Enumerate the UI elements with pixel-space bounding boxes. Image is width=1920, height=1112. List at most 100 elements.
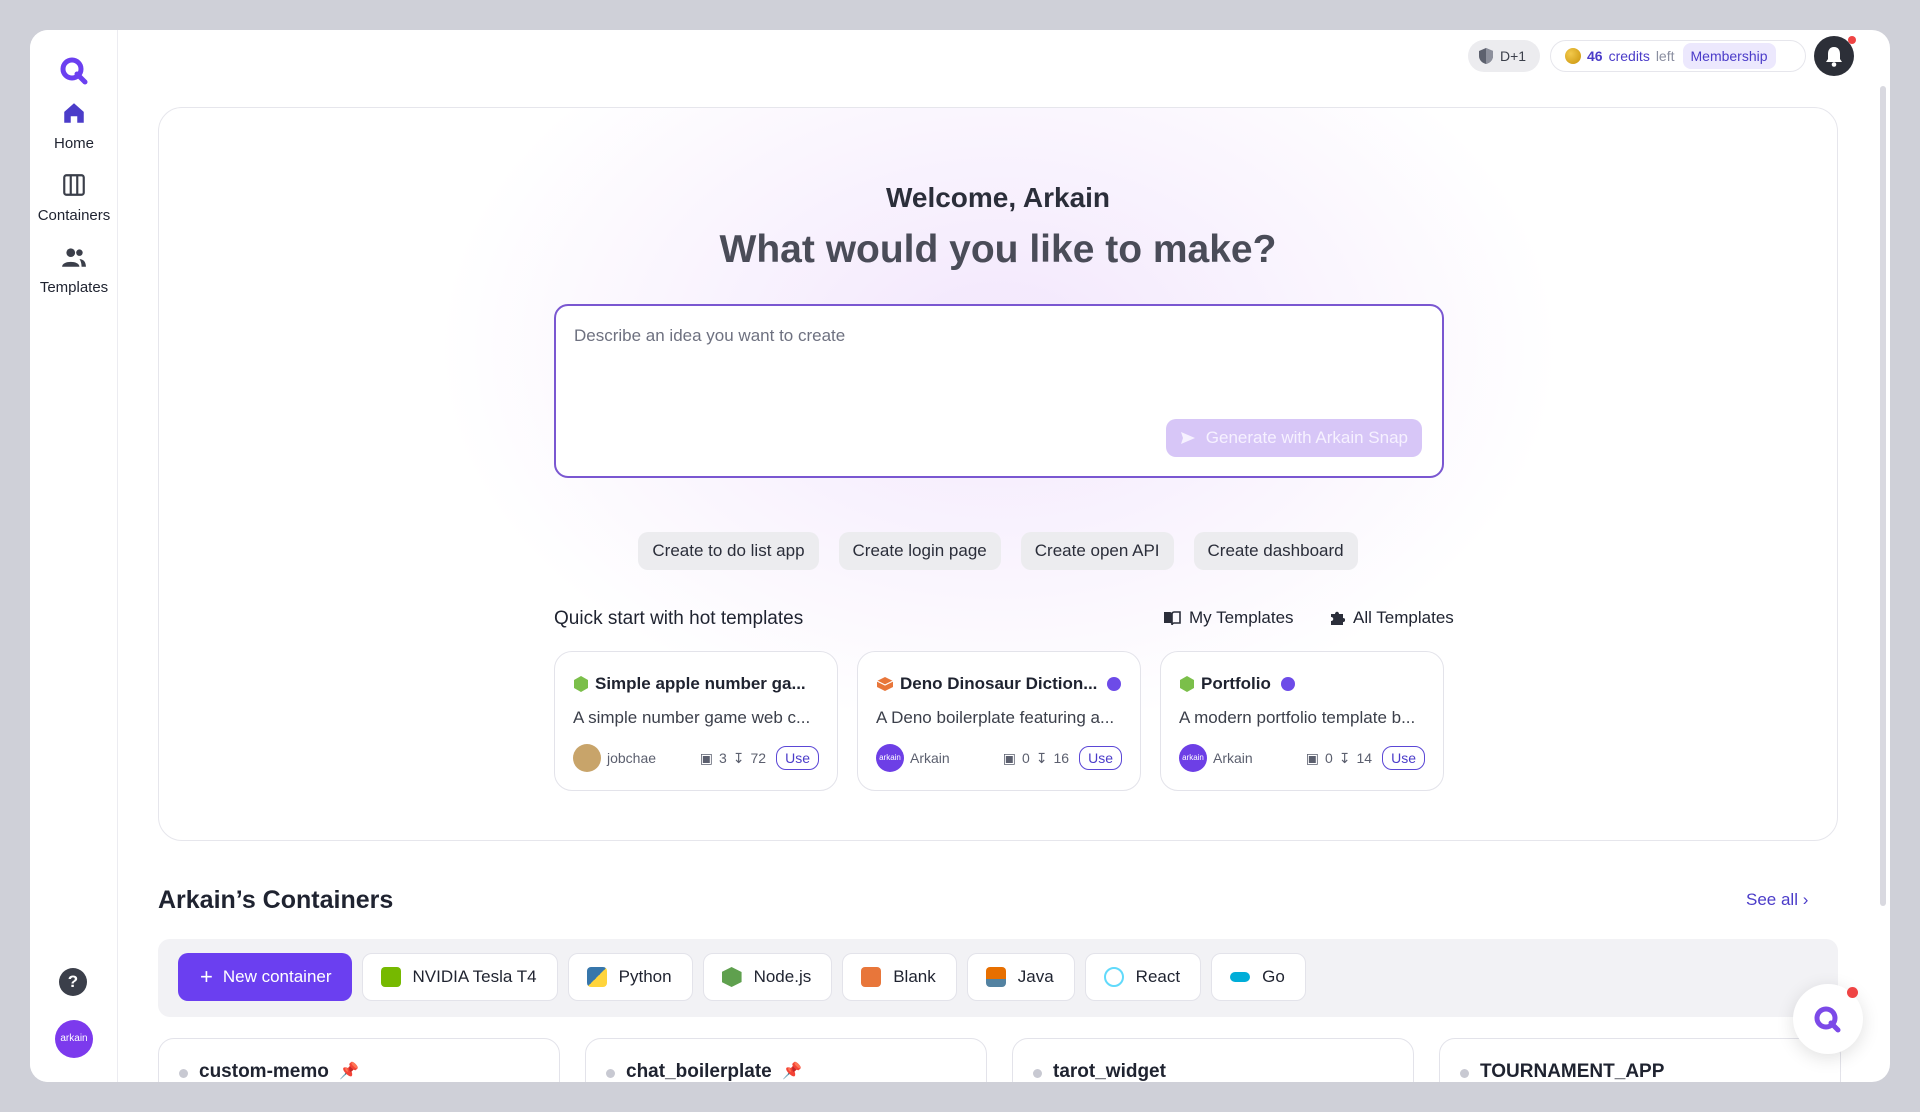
puzzle-icon xyxy=(1331,611,1345,625)
env-blank-button[interactable]: Blank xyxy=(842,953,957,1001)
hero-panel: Welcome, Arkain What would you like to m… xyxy=(158,107,1838,841)
generate-button[interactable]: Generate with Arkain Snap xyxy=(1165,419,1422,457)
java-icon xyxy=(985,967,1006,987)
comment-count: 3 xyxy=(718,750,727,766)
comment-count: 0 xyxy=(1021,750,1030,766)
env-label: Go xyxy=(1262,967,1285,986)
template-card[interactable]: Simple apple number ga... A simple numbe… xyxy=(554,651,838,791)
containers-section-title: Arkain’s Containers xyxy=(158,886,394,914)
template-card[interactable]: Deno Dinosaur Diction... A Deno boilerpl… xyxy=(857,651,1141,791)
sidebar-item-label: Home xyxy=(53,135,94,152)
see-all-link[interactable]: See all › xyxy=(1746,890,1808,910)
template-card[interactable]: Portfolio A modern portfolio template b.… xyxy=(1160,651,1444,791)
container-name: tarot_widget xyxy=(1053,1061,1166,1082)
all-templates-link[interactable]: All Templates xyxy=(1329,608,1454,628)
container-card[interactable]: chat_boilerplate 📌 xyxy=(585,1038,987,1082)
chevron-right-icon: › xyxy=(1802,890,1809,909)
credits-word: credits xyxy=(1608,48,1650,64)
author-name: Arkain xyxy=(910,750,950,766)
env-go-button[interactable]: Go xyxy=(1211,953,1306,1001)
idea-input[interactable] xyxy=(574,326,1414,386)
new-container-button[interactable]: + New container xyxy=(178,953,352,1001)
credits-count: 46 xyxy=(1587,48,1603,64)
template-description: A Deno boilerplate featuring a... xyxy=(876,708,1115,727)
template-description: A modern portfolio template b... xyxy=(1179,708,1416,727)
new-container-label: New container xyxy=(222,967,332,986)
go-icon xyxy=(1230,972,1251,982)
container-card[interactable]: TOURNAMENT_APP xyxy=(1439,1038,1841,1082)
book-icon xyxy=(1164,611,1181,626)
chip-dashboard[interactable]: Create dashboard xyxy=(1193,532,1358,570)
download-count: 16 xyxy=(1053,750,1070,766)
chip-todo[interactable]: Create to do list app xyxy=(638,532,819,570)
membership-button[interactable]: Membership xyxy=(1682,43,1776,69)
sidebar-item-containers[interactable]: Containers xyxy=(30,172,118,225)
notification-dot xyxy=(1848,36,1856,44)
all-templates-label: All Templates xyxy=(1353,608,1454,627)
pin-icon[interactable]: 📌 xyxy=(339,1061,359,1081)
use-template-button[interactable]: Use xyxy=(1382,746,1425,770)
env-nodejs-button[interactable]: Node.js xyxy=(702,953,833,1001)
env-label: NVIDIA Tesla T4 xyxy=(412,967,537,986)
assistant-notification-dot xyxy=(1847,987,1858,998)
use-template-button[interactable]: Use xyxy=(776,746,819,770)
use-template-button[interactable]: Use xyxy=(1079,746,1122,770)
help-button[interactable]: ? xyxy=(59,968,87,996)
sidebar-item-label: Templates xyxy=(39,279,109,296)
see-all-label: See all xyxy=(1746,890,1798,909)
download-count: 72 xyxy=(750,750,767,766)
nodejs-icon xyxy=(721,967,742,987)
container-name: TOURNAMENT_APP xyxy=(1480,1061,1665,1082)
author-name: Arkain xyxy=(1213,750,1253,766)
coin-icon xyxy=(1565,48,1581,64)
env-label: React xyxy=(1135,967,1181,986)
env-label: Blank xyxy=(893,967,936,986)
status-dot xyxy=(1033,1069,1042,1078)
status-dot xyxy=(606,1069,615,1078)
avatar[interactable]: arkain xyxy=(55,1020,93,1058)
credits-indicator[interactable]: 46 credits left Membership xyxy=(1550,40,1806,72)
comment-icon: ▣ xyxy=(699,749,713,766)
sidebar: Home Containers Templates ? arkain xyxy=(30,30,118,1082)
chip-login[interactable]: Create login page xyxy=(838,532,1001,570)
welcome-heading: Welcome, Arkain xyxy=(885,182,1111,213)
react-icon xyxy=(1103,967,1124,987)
env-label: Java xyxy=(1017,967,1054,986)
comment-icon: ▣ xyxy=(1002,749,1016,766)
rank-badge[interactable]: D+1 xyxy=(1468,40,1540,72)
comment-count: 0 xyxy=(1324,750,1333,766)
env-java-button[interactable]: Java xyxy=(966,953,1075,1001)
env-label: Python xyxy=(618,967,672,986)
container-card[interactable]: custom-memo 📌 xyxy=(158,1038,560,1082)
users-icon xyxy=(62,248,86,267)
download-count: 14 xyxy=(1356,750,1373,766)
nvidia-icon xyxy=(380,967,401,987)
scrollbar[interactable] xyxy=(1880,86,1886,906)
arkain-logo-icon[interactable] xyxy=(56,52,92,88)
template-title: Simple apple number ga... xyxy=(595,674,806,693)
my-templates-link[interactable]: My Templates xyxy=(1163,608,1294,628)
pin-icon[interactable]: 📌 xyxy=(782,1061,802,1081)
box-icon xyxy=(861,967,882,987)
env-python-button[interactable]: Python xyxy=(567,953,693,1001)
sidebar-item-label: Containers xyxy=(37,207,111,224)
container-name: chat_boilerplate xyxy=(626,1061,772,1082)
chip-open-api[interactable]: Create open API xyxy=(1020,532,1174,570)
env-nvidia-button[interactable]: NVIDIA Tesla T4 xyxy=(361,953,558,1001)
container-card[interactable]: tarot_widget xyxy=(1012,1038,1414,1082)
shield-icon xyxy=(1479,48,1493,64)
author-avatar xyxy=(573,744,601,772)
python-icon xyxy=(586,967,607,987)
sidebar-item-templates[interactable]: Templates xyxy=(30,244,118,297)
prompt-box: Generate with Arkain Snap xyxy=(554,304,1444,478)
home-icon xyxy=(64,103,84,123)
plus-icon: + xyxy=(200,964,213,989)
sidebar-item-home[interactable]: Home xyxy=(30,100,118,153)
credits-left-word: left xyxy=(1655,48,1675,64)
quickstart-title: Quick start with hot templates xyxy=(554,608,804,629)
status-dot xyxy=(179,1069,188,1078)
rank-text: D+1 xyxy=(1500,48,1527,64)
template-description: A simple number game web c... xyxy=(573,708,811,727)
my-templates-label: My Templates xyxy=(1189,608,1294,627)
env-react-button[interactable]: React xyxy=(1084,953,1202,1001)
